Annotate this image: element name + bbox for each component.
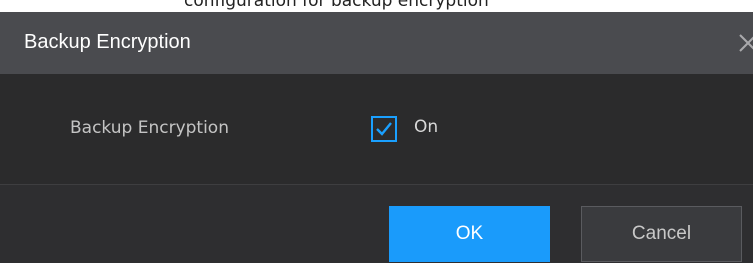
backup-encryption-dialog: Backup Encryption Backup Encryption On O… bbox=[0, 12, 753, 263]
dialog-footer: OK Cancel bbox=[0, 185, 753, 263]
checkbox-on-label: On bbox=[414, 117, 439, 137]
backup-encryption-checkbox[interactable] bbox=[371, 116, 397, 142]
cancel-button[interactable]: Cancel bbox=[581, 206, 742, 262]
cropped-text: configuration for backup encryption bbox=[184, 0, 489, 11]
close-icon[interactable] bbox=[735, 30, 753, 56]
dialog-title: Backup Encryption bbox=[24, 31, 191, 53]
backup-encryption-label: Backup Encryption bbox=[70, 118, 229, 138]
dialog-body: Backup Encryption On bbox=[0, 74, 753, 184]
ok-button[interactable]: OK bbox=[389, 206, 550, 262]
dialog-titlebar: Backup Encryption bbox=[0, 12, 753, 74]
checkmark-icon bbox=[376, 122, 392, 136]
cropped-top-text-strip: configuration for backup encryption bbox=[0, 0, 753, 12]
